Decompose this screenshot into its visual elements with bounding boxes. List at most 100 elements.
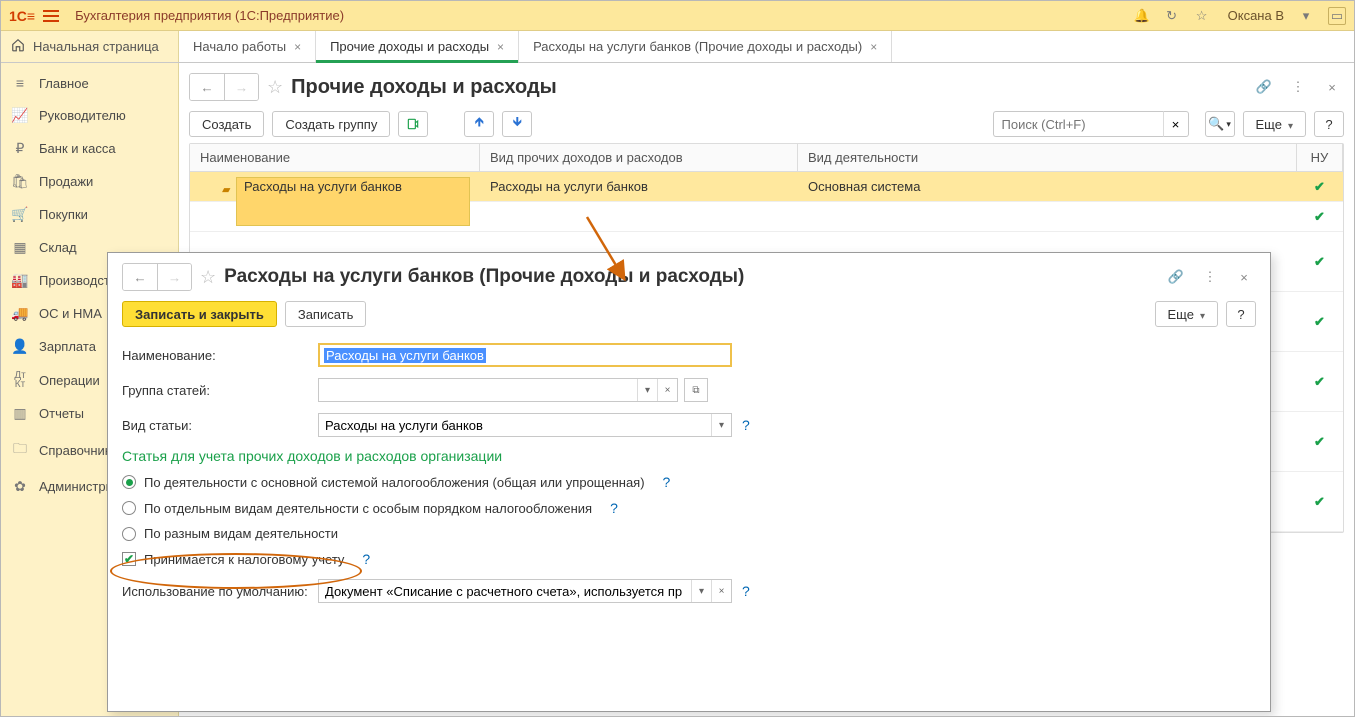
- create-group-button[interactable]: Создать группу: [272, 111, 390, 137]
- clear-icon[interactable]: ×: [657, 379, 677, 401]
- window-control-icon[interactable]: ▭: [1328, 7, 1346, 25]
- default-combo[interactable]: ×: [318, 579, 732, 603]
- favorite-icon[interactable]: ☆: [1194, 8, 1210, 24]
- default-input[interactable]: [319, 580, 691, 602]
- table-row[interactable]: ✔: [190, 202, 1343, 232]
- bell-icon[interactable]: 🔔: [1134, 8, 1150, 24]
- chevron-down-icon[interactable]: [637, 379, 657, 401]
- help-icon[interactable]: ?: [742, 583, 750, 599]
- modal-title: Расходы на услуги банков (Прочие доходы …: [224, 266, 744, 288]
- create-button[interactable]: Создать: [189, 111, 264, 137]
- chevron-down-icon[interactable]: [711, 414, 731, 436]
- check-icon: ✔: [1314, 209, 1325, 224]
- help-icon[interactable]: ?: [362, 551, 370, 567]
- refresh-button[interactable]: [398, 111, 428, 137]
- col-activity[interactable]: Вид деятельности: [798, 144, 1297, 171]
- close-icon[interactable]: ×: [497, 40, 504, 54]
- check-icon: ✔: [1314, 179, 1325, 194]
- kind-combo[interactable]: [318, 413, 732, 437]
- sidebar-label: Банк и касса: [39, 141, 116, 156]
- sidebar-item-bank[interactable]: ₽ Банк и касса: [1, 132, 178, 165]
- tab-start[interactable]: Начало работы ×: [179, 31, 316, 62]
- sidebar-label: Склад: [39, 240, 77, 255]
- link-icon[interactable]: 🔗: [1252, 75, 1276, 99]
- group-open-button[interactable]: ⧉: [684, 378, 708, 402]
- close-icon[interactable]: ×: [1232, 265, 1256, 289]
- modal-help-button[interactable]: ?: [1226, 301, 1256, 327]
- modal-more-button[interactable]: Еще: [1155, 301, 1218, 327]
- chevron-down-icon[interactable]: [691, 580, 711, 602]
- row-activity: Основная система: [798, 179, 1297, 194]
- radio-main-system[interactable]: По деятельности с основной системой нало…: [122, 474, 1256, 490]
- group-combo[interactable]: ×: [318, 378, 678, 402]
- factory-icon: 🏭: [11, 272, 29, 289]
- clear-search-button[interactable]: ×: [1163, 111, 1189, 137]
- save-close-label: Записать и закрыть: [135, 307, 264, 322]
- menu-lines-icon: ≡: [11, 75, 29, 91]
- move-up-button[interactable]: 🡹: [464, 111, 494, 137]
- search-input[interactable]: [993, 111, 1163, 137]
- more-icon[interactable]: ⋮: [1286, 75, 1310, 99]
- radio-special-tax[interactable]: По отдельным видам деятельности с особым…: [122, 500, 1256, 516]
- modal-back-button[interactable]: ←: [123, 264, 157, 290]
- col-kind[interactable]: Вид прочих доходов и расходов: [480, 144, 798, 171]
- section-heading: Статья для учета прочих доходов и расход…: [122, 448, 1256, 464]
- sidebar-item-sales[interactable]: 🛍Продажи: [1, 165, 178, 198]
- bag-icon: 🛍: [11, 173, 29, 190]
- menu-icon[interactable]: [43, 6, 63, 26]
- search-button[interactable]: 🔍▾: [1205, 111, 1235, 137]
- search-box: ×: [993, 111, 1189, 137]
- truck-icon: 🚚: [11, 305, 29, 322]
- user-dropdown-icon[interactable]: ▾: [1298, 8, 1314, 24]
- star-icon[interactable]: ☆: [267, 77, 283, 98]
- history-icon[interactable]: ↻: [1164, 8, 1180, 24]
- tab-bank-expenses[interactable]: Расходы на услуги банков (Прочие доходы …: [519, 31, 892, 62]
- sidebar-item-main[interactable]: ≡Главное: [1, 67, 178, 99]
- help-icon[interactable]: ?: [663, 474, 671, 490]
- sidebar-label: ОС и НМА: [39, 306, 102, 321]
- col-nu[interactable]: НУ: [1297, 144, 1343, 171]
- row-name: Расходы на услуги банков: [244, 179, 402, 194]
- clear-icon[interactable]: ×: [711, 580, 731, 602]
- save-close-button[interactable]: Записать и закрыть: [122, 301, 277, 327]
- back-button[interactable]: ←: [190, 74, 224, 100]
- move-down-button[interactable]: 🡻: [502, 111, 532, 137]
- more-label: Еще: [1256, 117, 1282, 132]
- tab-other-income[interactable]: Прочие доходы и расходы ×: [316, 31, 519, 62]
- close-icon[interactable]: ×: [870, 40, 877, 54]
- tab-home[interactable]: Начальная страница: [1, 31, 179, 62]
- sidebar-label: Справочники: [39, 443, 118, 458]
- person-icon: 👤: [11, 338, 29, 355]
- forward-button[interactable]: →: [224, 74, 258, 100]
- user-name[interactable]: Оксана В: [1228, 8, 1284, 23]
- cart-icon: 🛒: [11, 206, 29, 223]
- name-input[interactable]: Расходы на услуги банков: [318, 343, 732, 367]
- more-icon[interactable]: ⋮: [1198, 265, 1222, 289]
- external-icon: ⧉: [685, 379, 707, 401]
- folder-icon: 🗀: [11, 438, 29, 462]
- tab-bank-expenses-label: Расходы на услуги банков (Прочие доходы …: [533, 39, 862, 54]
- help-icon[interactable]: ?: [742, 417, 750, 433]
- save-button[interactable]: Записать: [285, 301, 367, 327]
- link-icon[interactable]: 🔗: [1164, 265, 1188, 289]
- tab-other-income-label: Прочие доходы и расходы: [330, 39, 489, 54]
- check-icon: ✔: [1314, 494, 1325, 509]
- star-icon[interactable]: ☆: [200, 267, 216, 288]
- ruble-icon: ₽: [11, 140, 29, 157]
- create-label: Создать: [202, 117, 251, 132]
- group-input[interactable]: [319, 379, 637, 401]
- table-row[interactable]: ▰ Расходы на услуги банков Расходы на ус…: [190, 172, 1343, 202]
- tab-home-label: Начальная страница: [33, 39, 159, 54]
- modal-forward-button[interactable]: →: [157, 264, 191, 290]
- help-button[interactable]: ?: [1314, 111, 1344, 137]
- col-name[interactable]: Наименование: [190, 144, 480, 171]
- help-icon[interactable]: ?: [610, 500, 618, 516]
- close-icon[interactable]: ×: [294, 40, 301, 54]
- close-icon[interactable]: ×: [1320, 75, 1344, 99]
- kind-input[interactable]: [319, 414, 711, 436]
- radio-mixed[interactable]: По разным видам деятельности: [122, 526, 1256, 541]
- sidebar-item-purchases[interactable]: 🛒Покупки: [1, 198, 178, 231]
- sidebar-item-manager[interactable]: 📈Руководителю: [1, 99, 178, 132]
- more-button[interactable]: Еще: [1243, 111, 1306, 137]
- tax-check-row[interactable]: ✔ Принимается к налоговому учету ?: [122, 551, 1256, 567]
